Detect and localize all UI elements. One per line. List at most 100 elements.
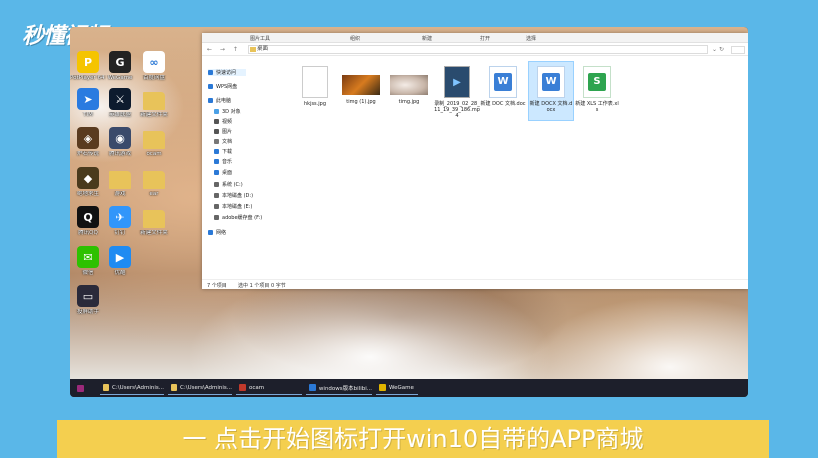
- nav-item[interactable]: 本地磁盘 (E:): [214, 203, 252, 210]
- dropdown-icon[interactable]: ⌄: [712, 46, 717, 53]
- taskbar-item-label: C:\Users\Adminis...: [180, 384, 232, 391]
- nav-item[interactable]: 系统 (C:): [214, 181, 243, 188]
- desktop-icon[interactable]: 新建文件夹: [136, 88, 172, 119]
- nav-item-label: 系统 (C:): [222, 182, 243, 188]
- pubg-icon: ◆: [77, 167, 99, 189]
- desktop-icon-label: 优酷: [114, 270, 126, 276]
- nav-item-label: 网络: [216, 230, 227, 236]
- nav-item[interactable]: 视频: [214, 118, 232, 125]
- file-item[interactable]: S 新建 XLS 工作表.xls: [574, 62, 620, 122]
- desktop-icon[interactable]: ◈ 炉石传说: [70, 127, 106, 158]
- taskbar-item-label: windows版本bilibi...: [318, 385, 372, 392]
- ribbon-tab-open[interactable]: 打开: [480, 35, 490, 42]
- cloud-icon: [208, 84, 213, 89]
- desktop-icon-label: 绝地求生: [76, 191, 99, 197]
- desktop-icon[interactable]: P PotPlayer 64 bit: [70, 51, 106, 82]
- computer-icon: [208, 98, 213, 103]
- start-button[interactable]: [74, 381, 90, 395]
- desktop-icon[interactable]: ➤ TIM: [70, 88, 106, 119]
- nav-item-label: 快速访问: [216, 70, 237, 76]
- tencent-game-icon: ◉: [109, 127, 131, 149]
- nav-item[interactable]: 本地磁盘 (D:): [214, 192, 253, 199]
- file-item[interactable]: hkjss.jpg: [292, 62, 338, 122]
- file-item[interactable]: ▶ 录制_2019_02_28_11_19_39_186.mp4: [434, 62, 480, 122]
- nav-item-label: 3D 对象: [222, 109, 241, 115]
- wegame-icon: [379, 384, 386, 391]
- address-bar: ← → ↑ 桌面 ⌄ ↻: [202, 43, 748, 56]
- desktop-icon-label: 新建文件夹: [140, 230, 168, 236]
- taskbar-item-label: ocam: [249, 384, 265, 391]
- nav-item[interactable]: 快速访问: [208, 69, 247, 76]
- nav-item[interactable]: 此电脑: [208, 97, 231, 104]
- address-path[interactable]: 桌面: [248, 45, 708, 54]
- taskbar-item[interactable]: C:\Users\Adminis...: [100, 381, 164, 395]
- desktop-icon[interactable]: ear: [136, 167, 172, 198]
- drive-icon: [214, 215, 219, 220]
- image-thumbnail: [389, 74, 429, 96]
- desktop-icon-label: ocam: [146, 151, 162, 157]
- desktop-icon[interactable]: ▶ 优酷: [102, 246, 138, 277]
- blank-file-icon: [302, 66, 328, 98]
- nav-item[interactable]: adobe缓存盘 (F:): [214, 214, 262, 221]
- nav-item-label: 本地磁盘 (D:): [222, 193, 254, 199]
- nav-item-label: 文档: [222, 139, 233, 145]
- desktop-icon[interactable]: G WeGame: [102, 51, 138, 82]
- search-box[interactable]: [731, 46, 745, 54]
- nav-item[interactable]: 图片: [214, 128, 232, 135]
- desktop-icon[interactable]: ⚔ 英雄联盟: [102, 88, 138, 119]
- folder-icon: [250, 47, 256, 52]
- nav-item[interactable]: 音乐: [214, 158, 232, 165]
- nav-item[interactable]: 桌面: [214, 169, 232, 176]
- lol-icon: ⚔: [109, 88, 131, 110]
- taskbar-item[interactable]: ocam: [236, 381, 302, 395]
- desktop-icon[interactable]: ∞ 百度网盘: [136, 51, 172, 82]
- desktop-icon[interactable]: ▭ 投屏助手: [70, 285, 106, 316]
- desktop-icon[interactable]: ◉ 腾讯游戏: [102, 127, 138, 158]
- desktop-icon-label: 游戏: [114, 191, 126, 197]
- nav-item[interactable]: 文档: [214, 138, 232, 145]
- folder-icon: [103, 384, 110, 391]
- status-bar: 7 个项目 选中 1 个项目 0 字节: [202, 279, 748, 289]
- address-path-text: 桌面: [257, 46, 269, 52]
- file-item[interactable]: timg.jpg: [386, 62, 432, 122]
- folder-icon: [143, 210, 165, 228]
- nav-item[interactable]: 网络: [208, 229, 226, 236]
- nav-item-label: WPS网盘: [216, 84, 238, 90]
- 3d-objects-icon: [214, 109, 219, 114]
- file-list: hkjss.jpg timg (1).jpg timg.jpg ▶ 录制_2019_02…: [282, 57, 748, 279]
- desktop-icon[interactable]: Q 腾讯QQ: [70, 206, 106, 237]
- taskbar-item[interactable]: windows版本bilibi...: [306, 381, 372, 395]
- nav-item[interactable]: 下载: [214, 148, 232, 155]
- taskbar-item[interactable]: WeGame: [376, 381, 418, 395]
- desktop-icon[interactable]: ✈ 钉钉: [102, 206, 138, 237]
- ribbon-tab-organize[interactable]: 组织: [350, 35, 360, 42]
- nav-item[interactable]: 3D 对象: [214, 108, 241, 115]
- desktop-icon[interactable]: ocam: [136, 127, 172, 158]
- desktop-icon[interactable]: ◆ 绝地求生: [70, 167, 106, 198]
- desktop-icon[interactable]: 新建文件夹: [136, 206, 172, 237]
- start-icon: [77, 384, 84, 392]
- file-name: timg (1).jpg: [346, 99, 376, 105]
- taskbar-item[interactable]: C:\Users\Adminis...: [168, 381, 232, 395]
- desktop-icon-label: 投屏助手: [76, 309, 99, 315]
- nav-buttons[interactable]: ← → ↑: [207, 46, 241, 53]
- nav-item[interactable]: WPS网盘: [208, 83, 237, 90]
- folder-icon: [171, 384, 178, 391]
- file-name: timg.jpg: [398, 99, 420, 105]
- ribbon-tab-picture-tools[interactable]: 图片工具: [250, 35, 270, 42]
- refresh-icon[interactable]: ↻: [719, 46, 724, 53]
- file-name: hkjss.jpg: [304, 101, 326, 107]
- folder-icon: [109, 171, 131, 189]
- desktop-icon-label: 炉石传说: [76, 151, 99, 157]
- file-item[interactable]: W 新建 DOC 文档.doc: [480, 62, 526, 122]
- desktop-icon[interactable]: 游戏: [102, 167, 138, 198]
- desktop-icon[interactable]: ✉ 微信: [70, 246, 106, 277]
- file-item[interactable]: W 新建 DOCX 文档.docx: [528, 61, 574, 121]
- browser-icon: [309, 384, 316, 391]
- file-item[interactable]: timg (1).jpg: [338, 62, 384, 122]
- desktop-icon-label: WeGame: [107, 75, 133, 81]
- wps-sheet-icon: S: [583, 66, 611, 98]
- file-name: 新建 DOC 文档.doc: [480, 101, 526, 107]
- ribbon-tab-new[interactable]: 新建: [422, 35, 432, 42]
- ribbon-tab-select[interactable]: 选择: [526, 35, 536, 42]
